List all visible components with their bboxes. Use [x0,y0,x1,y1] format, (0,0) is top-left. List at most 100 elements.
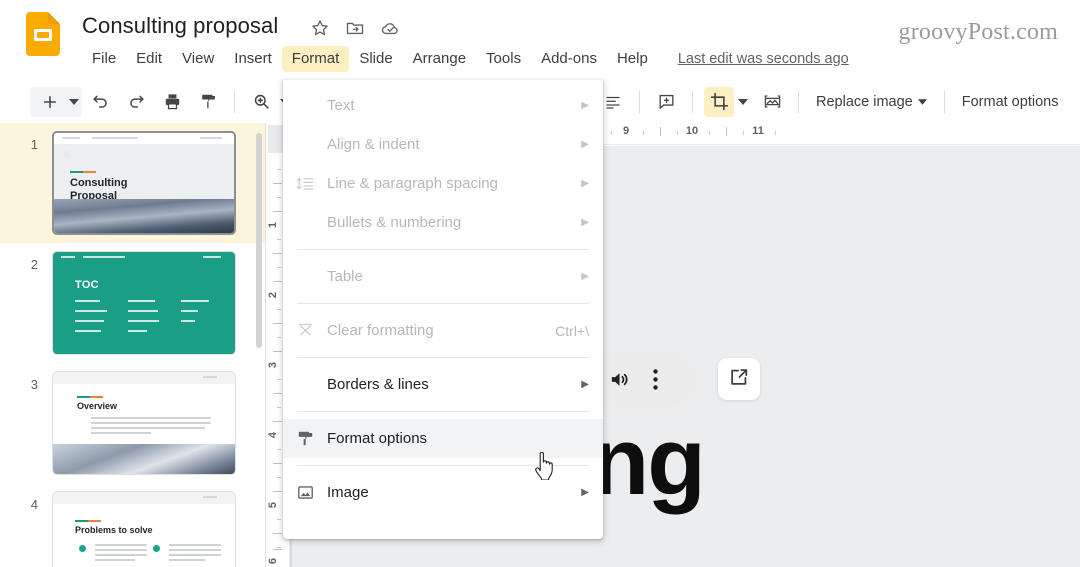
menu-separator [297,249,589,250]
accent-bar [75,520,101,522]
menu-item-bullets-numbering[interactable]: Bullets & numbering ▶ [283,203,603,242]
menu-item-text[interactable]: Text ▶ [283,86,603,125]
ruler-mark: 9 [622,125,630,137]
submenu-arrow-icon: ▶ [581,378,589,390]
menu-insert[interactable]: Insert [224,46,282,72]
slide-thumbnail-4[interactable]: 4 Problems to solve [0,483,265,567]
ruler-mark: 11 [752,125,764,137]
submenu-arrow-icon: ▶ [581,216,589,228]
format-options-icon [283,429,327,448]
open-in-new-icon [728,366,750,393]
menu-item-label: Bullets & numbering [327,214,462,231]
menu-slide[interactable]: Slide [349,46,402,72]
redo-button[interactable] [121,87,151,117]
menu-help[interactable]: Help [607,46,658,72]
slides-logo-icon [26,12,60,56]
menu-format[interactable]: Format [281,46,350,72]
more-options-icon[interactable] [652,368,658,390]
slide-title-text: Overview [77,401,118,411]
menu-arrange[interactable]: Arrange [403,46,476,72]
menu-item-label: Table [327,268,363,285]
menu-edit[interactable]: Edit [126,46,172,72]
replace-image-chevron-down-icon [917,98,927,105]
menu-item-table[interactable]: Table ▶ [283,257,603,296]
toolbar-divider-5 [943,90,945,113]
menu-item-label: Clear formatting [327,322,434,339]
title-action-icons [310,18,400,38]
ruler-mark: 3 [267,361,280,369]
open-in-new-button[interactable] [718,358,760,400]
accent-bar [77,396,103,398]
volume-icon[interactable] [608,368,631,391]
chevron-down-icon[interactable] [68,96,80,108]
new-slide-button[interactable] [35,87,65,117]
menu-item-borders-lines[interactable]: Borders & lines ▶ [283,365,603,404]
submenu-arrow-icon: ▶ [581,177,589,189]
slide-thumbnail-image: Problems to solve [52,491,236,567]
slide-thumbnail-panel[interactable]: 1 Consulting Proposal 2 TOC 3 Overview 4… [0,123,266,567]
zoom-button[interactable] [246,87,276,117]
slide-title-text: TOC [75,279,99,291]
toolbar-left-group [30,86,291,117]
cloud-saved-icon[interactable] [380,18,400,38]
menu-bar: File Edit View Insert Format Slide Arran… [82,46,849,72]
paint-format-button[interactable] [193,87,223,117]
star-icon[interactable] [310,18,330,38]
menu-item-shortcut: Ctrl+\ [555,322,589,339]
ruler-mark: 5 [267,501,280,509]
slide-thumbnail-1[interactable]: 1 Consulting Proposal [0,123,265,348]
menu-separator [297,303,589,304]
menu-view[interactable]: View [172,46,224,72]
menu-item-label: Line & paragraph spacing [327,175,498,192]
toolbar-divider-4 [798,90,799,113]
slide-logo-square [64,151,70,157]
menu-file[interactable]: File [82,46,126,72]
slide-header-bar [53,372,235,384]
menu-item-label: Format options [327,430,428,447]
undo-button[interactable] [85,87,115,117]
bullet-dot-icon [79,545,86,552]
crop-button[interactable] [704,86,734,117]
submenu-arrow-icon: ▶ [581,99,589,111]
slide-thumbnail-2[interactable]: 2 TOC [0,243,265,363]
app-header: Consulting proposal File Edit View Inser… [0,0,1080,80]
mask-image-button[interactable] [757,87,787,117]
menu-item-label: Align & indent [327,136,420,153]
submenu-arrow-icon: ▶ [581,270,589,282]
format-options-button[interactable]: Format options [953,89,1068,115]
toolbar-divider [234,90,235,113]
mountain-image [54,199,234,233]
slide-header-bar [53,252,235,263]
move-to-folder-icon[interactable] [345,18,365,38]
menu-item-align-indent[interactable]: Align & indent ▶ [283,125,603,164]
toolbar-divider-3 [692,90,693,113]
menu-item-line-paragraph-spacing[interactable]: Line & paragraph spacing ▶ [283,164,603,203]
menu-item-label: Text [327,97,355,114]
last-edit-status[interactable]: Last edit was seconds ago [678,51,849,67]
add-comment-button[interactable] [651,87,681,117]
slide-thumbnail-3[interactable]: 3 Overview [0,363,265,483]
slide-number: 2 [30,257,38,272]
menu-item-clear-formatting[interactable]: Clear formatting Ctrl+\ [283,311,603,350]
menu-separator [297,411,589,412]
line-spacing-icon [283,174,327,193]
crop-chevron-down-icon[interactable] [737,96,749,108]
submenu-arrow-icon: ▶ [581,138,589,150]
print-button[interactable] [157,87,187,117]
submenu-arrow-icon: ▶ [581,486,589,498]
new-slide-group[interactable] [30,86,82,117]
replace-image-button[interactable]: Replace image [807,89,936,115]
slides-app-window: Consulting proposal File Edit View Inser… [0,0,1080,567]
ruler-mark: 6 [267,557,280,565]
slide-thumbnail-image: Overview [52,371,236,475]
menu-item-label: Borders & lines [327,376,429,393]
site-watermark: groovyPost.com [898,19,1058,45]
menu-tools[interactable]: Tools [476,46,531,72]
ruler-mark: 1 [267,221,280,229]
ruler-mark: 2 [267,291,280,299]
slide-number: 4 [30,497,38,512]
document-title[interactable]: Consulting proposal [82,13,278,39]
slide-number: 3 [30,377,38,392]
menu-addons[interactable]: Add-ons [531,46,607,72]
ruler-mark: 10 [685,125,699,137]
